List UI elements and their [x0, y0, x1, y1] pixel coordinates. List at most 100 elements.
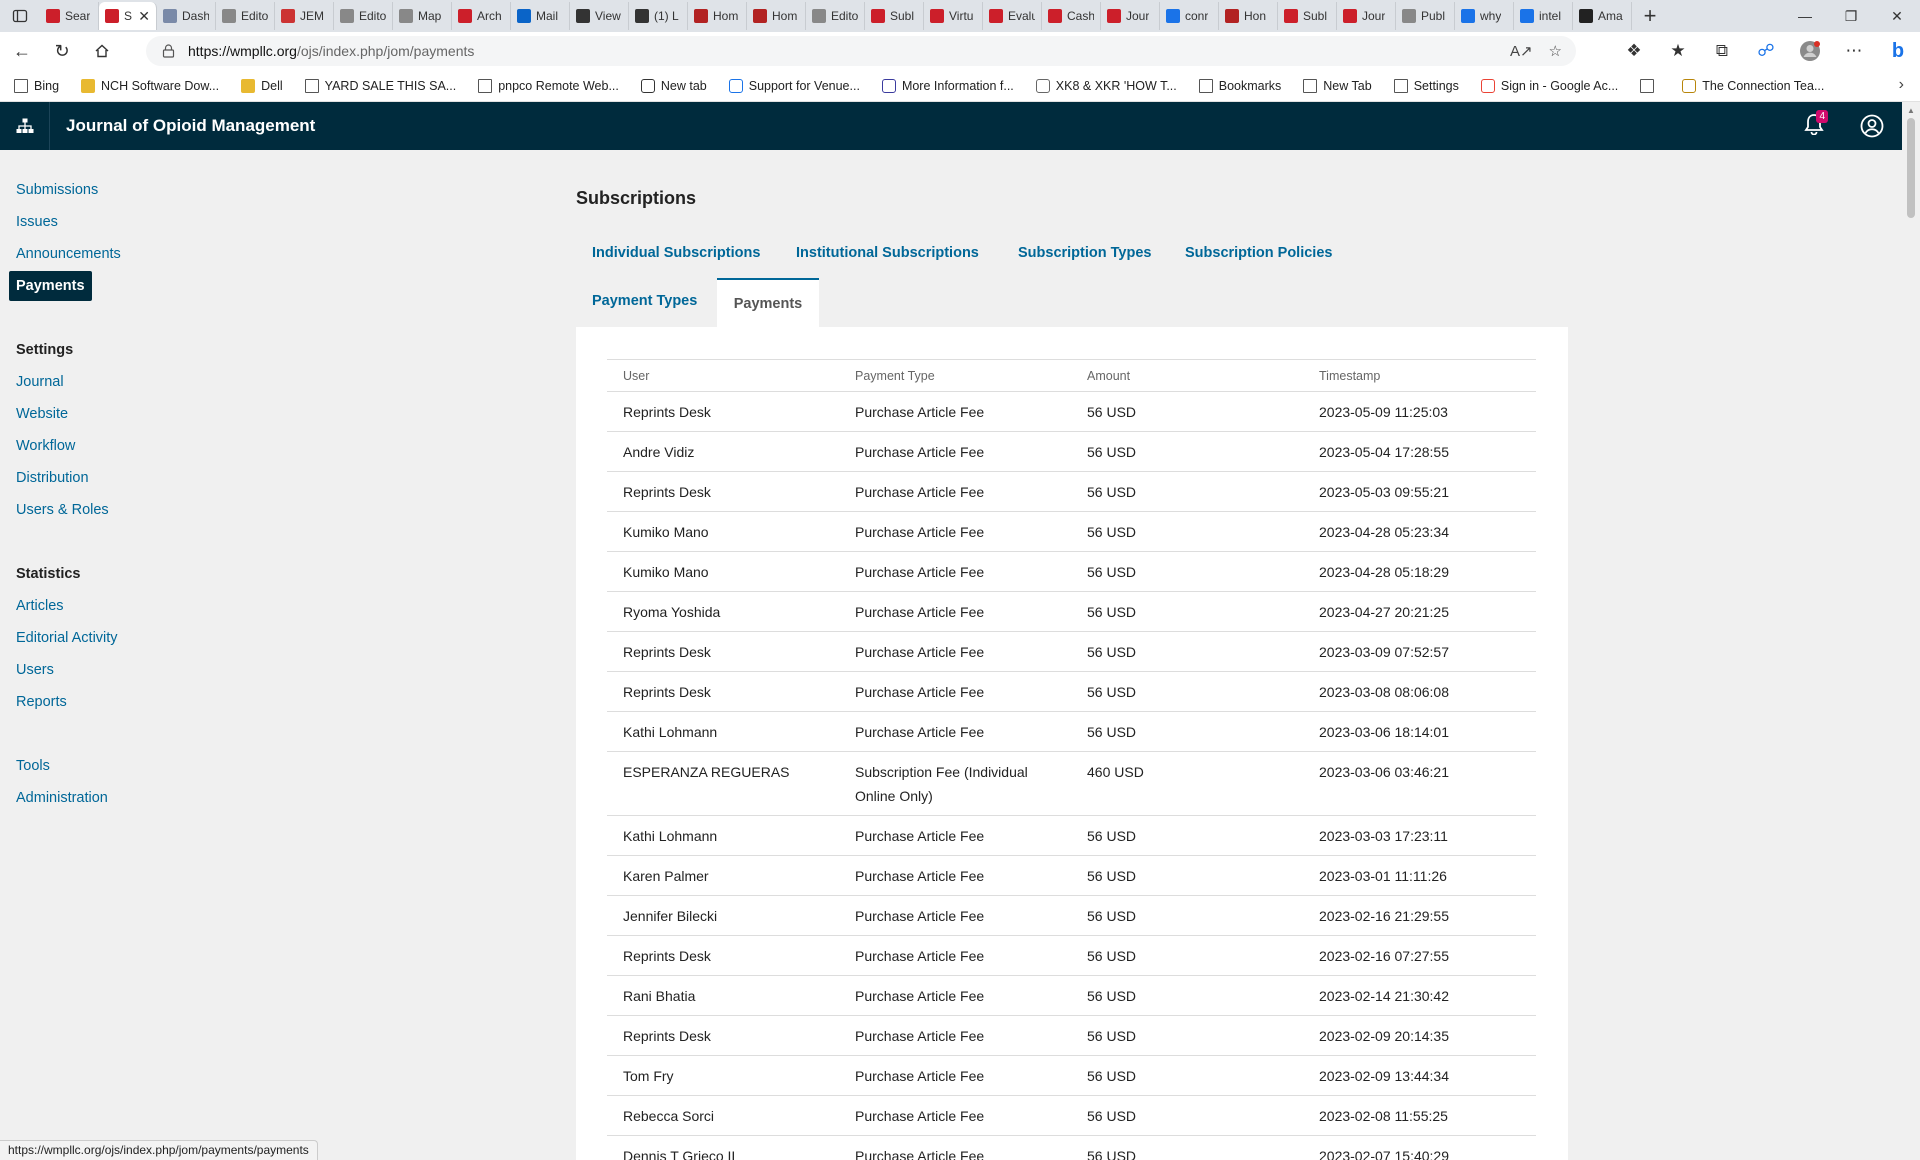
browser-tab[interactable]: Sear: [40, 2, 99, 30]
bookmark-item[interactable]: Bookmarks: [1198, 78, 1281, 93]
browser-tab[interactable]: View: [570, 2, 629, 30]
sidebar-item-payments[interactable]: Payments: [9, 271, 92, 301]
bookmark-item[interactable]: New tab: [640, 78, 707, 93]
browser-tab[interactable]: Jour: [1337, 2, 1396, 30]
tab-institutional-subscriptions[interactable]: Institutional Subscriptions: [796, 245, 979, 261]
restore-icon[interactable]: ❐: [1828, 0, 1874, 32]
extensions-icon[interactable]: ❖: [1612, 41, 1656, 61]
payments-panel: User Payment Type Amount Timestamp Repri…: [576, 327, 1568, 1160]
sidebar-item-issues[interactable]: Issues: [16, 214, 58, 230]
bookmark-item[interactable]: Support for Venue...: [728, 78, 860, 93]
sidebar-item-workflow[interactable]: Workflow: [16, 438, 75, 454]
bookmark-item[interactable]: YARD SALE THIS SA...: [304, 78, 456, 93]
profile-avatar-icon[interactable]: [1788, 40, 1832, 62]
refresh-icon[interactable]: ↻: [44, 35, 80, 67]
browser-tab[interactable]: Edito: [334, 2, 393, 30]
bookmark-item[interactable]: The Connection Tea...: [1682, 78, 1824, 93]
sidebar-item-submissions[interactable]: Submissions: [16, 182, 98, 198]
sidebar-item-website[interactable]: Website: [16, 406, 68, 422]
column-header-payment-type[interactable]: Payment Type: [855, 369, 1055, 383]
browser-tab[interactable]: Hom: [747, 2, 806, 30]
browser-tab[interactable]: Publ: [1396, 2, 1455, 30]
sidebar-item-administration[interactable]: Administration: [16, 790, 108, 806]
bookmark-item[interactable]: XK8 & XKR 'HOW T...: [1035, 78, 1177, 93]
sidebar-item-users[interactable]: Users: [16, 662, 54, 678]
bookmark-item[interactable]: Bing: [14, 78, 59, 93]
column-header-amount[interactable]: Amount: [1087, 369, 1130, 383]
bookmark-item[interactable]: Dell: [241, 78, 283, 93]
browser-tab[interactable]: why: [1455, 2, 1514, 30]
browser-tab[interactable]: Ama: [1573, 2, 1632, 30]
add-favorite-icon[interactable]: ☆: [1549, 42, 1562, 60]
tab-subscription-policies[interactable]: Subscription Policies: [1185, 245, 1332, 261]
close-window-icon[interactable]: ✕: [1874, 0, 1920, 32]
browser-tab[interactable]: Jour: [1101, 2, 1160, 30]
browser-tab[interactable]: Edito: [806, 2, 865, 30]
cell-timestamp: 2023-04-28 05:18:29: [1319, 564, 1449, 580]
browser-tab[interactable]: JEM: [275, 2, 334, 30]
browser-tab[interactable]: Edito: [216, 2, 275, 30]
browser-tab[interactable]: Subl: [865, 2, 924, 30]
close-tab-icon[interactable]: ✕: [138, 8, 150, 25]
tab-subscription-types[interactable]: Subscription Types: [1018, 245, 1151, 261]
browser-tab[interactable]: Arch: [452, 2, 511, 30]
tab-actions-icon[interactable]: [0, 0, 40, 32]
sidebar-item-users-roles[interactable]: Users & Roles: [16, 502, 109, 518]
browser-tab[interactable]: conr: [1160, 2, 1219, 30]
sidebar-item-announcements[interactable]: Announcements: [16, 246, 121, 262]
favorites-icon[interactable]: ★: [1656, 41, 1700, 61]
bookmark-item[interactable]: More Information f...: [881, 78, 1014, 93]
bookmark-item[interactable]: Settings: [1393, 78, 1459, 93]
home-icon[interactable]: [84, 35, 120, 67]
bookmark-item[interactable]: New Tab: [1303, 78, 1372, 93]
browser-tab[interactable]: Hom: [688, 2, 747, 30]
browser-tab[interactable]: Subl: [1278, 2, 1337, 30]
notifications-button[interactable]: 4: [1794, 102, 1834, 150]
cell-timestamp: 2023-02-09 20:14:35: [1319, 1028, 1449, 1044]
browser-tab[interactable]: Map: [393, 2, 452, 30]
browser-tab[interactable]: intel: [1514, 2, 1573, 30]
browser-tab[interactable]: Evalu: [983, 2, 1042, 30]
bookmark-item[interactable]: NCH Software Dow...: [81, 78, 219, 93]
sidebar-item-tools[interactable]: Tools: [16, 758, 50, 774]
tab-individual-subscriptions[interactable]: Individual Subscriptions: [592, 245, 760, 261]
browser-tab[interactable]: Cash: [1042, 2, 1101, 30]
column-header-timestamp[interactable]: Timestamp: [1319, 369, 1380, 383]
lock-icon[interactable]: [162, 44, 176, 58]
address-bar[interactable]: https://wmpllc.org/ojs/index.php/jom/pay…: [146, 36, 1576, 66]
sidebar-item-editorial-activity[interactable]: Editorial Activity: [16, 630, 118, 646]
bookmark-item[interactable]: pnpco Remote Web...: [478, 78, 619, 93]
sidebar-item-reports[interactable]: Reports: [16, 694, 67, 710]
journal-title[interactable]: Journal of Opioid Management: [66, 116, 315, 136]
page-scrollbar[interactable]: ▲: [1902, 102, 1920, 1160]
collections-icon[interactable]: ⧉: [1700, 41, 1744, 61]
bookmark-item[interactable]: [1640, 78, 1660, 93]
new-tab-button[interactable]: +: [1632, 2, 1668, 30]
browser-extensions: ❖ ★ ⧉ ☍ ⋯ b: [1612, 32, 1920, 70]
minimize-icon[interactable]: —: [1782, 0, 1828, 32]
column-header-user[interactable]: User: [623, 369, 649, 383]
sidebar-item-articles[interactable]: Articles: [16, 598, 64, 614]
bing-chat-icon[interactable]: b: [1876, 40, 1920, 63]
bookmark-item[interactable]: Sign in - Google Ac...: [1480, 78, 1618, 93]
sidebar-item-distribution[interactable]: Distribution: [16, 470, 89, 486]
scroll-up-icon[interactable]: ▲: [1902, 102, 1920, 118]
browser-tab[interactable]: Mail: [511, 2, 570, 30]
tab-payment-types[interactable]: Payment Types: [592, 293, 697, 309]
browser-tab[interactable]: S ✕: [99, 2, 157, 30]
back-icon[interactable]: ←: [4, 35, 40, 67]
tab-favicon-icon: [1520, 9, 1534, 23]
read-aloud-icon[interactable]: A↗: [1510, 42, 1533, 60]
tab-payments[interactable]: Payments: [717, 278, 819, 327]
scrollbar-thumb[interactable]: [1907, 118, 1915, 218]
sitemap-icon[interactable]: [0, 102, 50, 150]
browser-tab[interactable]: Hon: [1219, 2, 1278, 30]
user-profile-icon[interactable]: [1852, 102, 1892, 150]
more-menu-icon[interactable]: ⋯: [1832, 41, 1876, 61]
sidebar-item-journal[interactable]: Journal: [16, 374, 64, 390]
browser-tab[interactable]: Dash: [157, 2, 216, 30]
browser-tab[interactable]: (1) L: [629, 2, 688, 30]
browser-tab[interactable]: Virtu: [924, 2, 983, 30]
performance-icon[interactable]: ☍: [1744, 41, 1788, 61]
bookmarks-more-icon[interactable]: ›: [1899, 76, 1904, 94]
